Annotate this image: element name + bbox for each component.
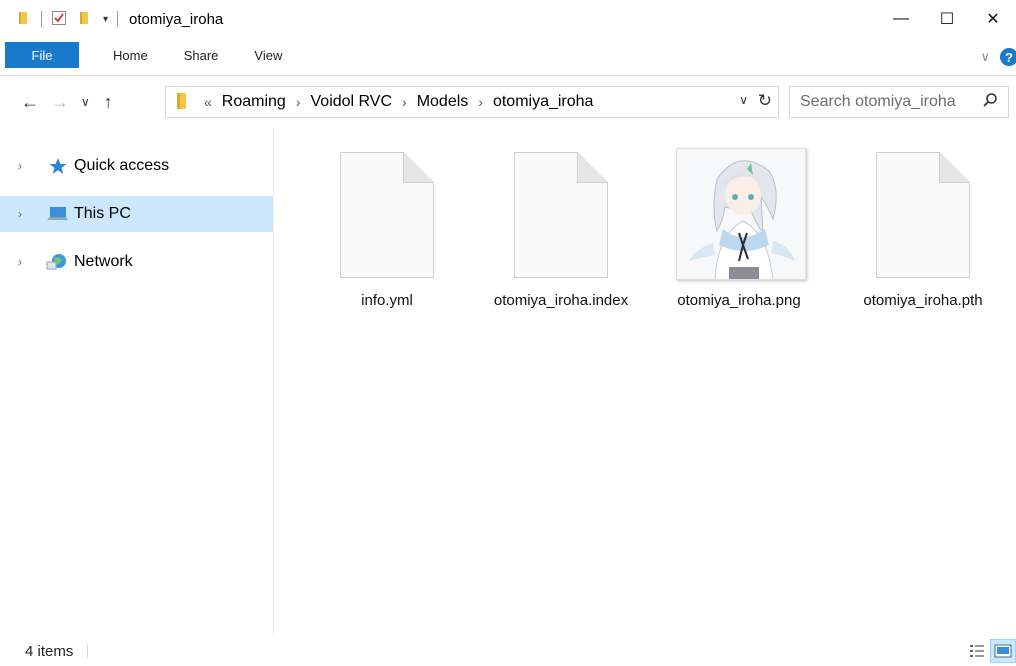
breadcrumb: « Roaming › Voidol RVC › Models › otomiy… (192, 93, 593, 111)
sidebar-item-this-pc[interactable]: › This PC (0, 196, 273, 232)
refresh-icon[interactable]: ↻ (758, 91, 772, 111)
maximize-button[interactable]: ☐ (924, 0, 970, 38)
status-bar: 4 items (0, 636, 1016, 666)
expand-chevron-icon[interactable]: › (18, 159, 30, 173)
ribbon-tabs: File Home Share View ∨ ? (0, 38, 1016, 76)
customize-toolbar-icon[interactable]: ▾ (103, 14, 108, 25)
details-view-icon[interactable] (964, 639, 990, 663)
tab-share[interactable]: Share (166, 38, 237, 75)
document-icon (874, 148, 972, 280)
folder-icon (174, 91, 192, 114)
file-item-pth[interactable]: otomiya_iroha.pth (841, 144, 1005, 311)
breadcrumb-item[interactable]: Roaming (222, 93, 286, 111)
window-title: otomiya_iroha (129, 10, 224, 28)
sidebar-item-label: Network (74, 253, 133, 270)
breadcrumb-separator[interactable]: › (402, 94, 407, 110)
image-thumbnail (676, 148, 806, 280)
nav-buttons: ← → ∨ ↑ (0, 76, 125, 128)
file-item-png[interactable]: otomiya_iroha.png (657, 144, 821, 311)
search-icon[interactable] (982, 92, 998, 113)
sidebar-item-label: Quick access (74, 157, 170, 174)
breadcrumb-item[interactable]: Voidol RVC (311, 93, 393, 111)
address-bar[interactable]: « Roaming › Voidol RVC › Models › otomiy… (165, 86, 779, 118)
recent-locations-icon[interactable]: ∨ (81, 95, 90, 109)
document-icon (338, 148, 436, 280)
computer-icon (46, 205, 68, 223)
window-controls: — ☐ ✕ (878, 0, 1016, 38)
file-item-index[interactable]: otomiya_iroha.index (479, 144, 643, 311)
file-name: otomiya_iroha.pth (863, 292, 983, 309)
ribbon-right: ∨ ? (980, 38, 1016, 76)
breadcrumb-overflow[interactable]: « (204, 94, 212, 110)
search-input[interactable] (800, 93, 980, 111)
tab-view[interactable]: View (236, 38, 300, 75)
breadcrumb-separator[interactable]: › (296, 94, 301, 110)
chevron-down-icon[interactable]: ∨ (739, 93, 748, 107)
expand-chevron-icon[interactable]: › (18, 207, 30, 221)
star-icon (46, 157, 68, 175)
view-switcher (964, 639, 1016, 663)
properties-icon[interactable] (51, 10, 67, 29)
help-icon[interactable]: ? (1000, 48, 1016, 66)
breadcrumb-item[interactable]: otomiya_iroha (493, 93, 594, 111)
tab-home[interactable]: Home (95, 38, 166, 75)
large-icons-view-icon[interactable] (990, 639, 1016, 663)
title-bar: ▾ otomiya_iroha — ☐ ✕ (0, 0, 1016, 38)
sidebar-item-quick-access[interactable]: › Quick access (0, 148, 273, 184)
forward-arrow-icon[interactable]: → (51, 92, 69, 113)
navigation-pane: › Quick access › This PC › Network (0, 128, 274, 636)
file-name: otomiya_iroha.png (677, 292, 801, 309)
sidebar-item-network[interactable]: › Network (0, 244, 273, 280)
up-arrow-icon[interactable]: ↑ (104, 92, 113, 113)
breadcrumb-separator[interactable]: › (478, 94, 483, 110)
file-list: info.yml otomiya_iroha.index otomiya_iro… (275, 128, 1016, 636)
quick-access-toolbar: ▾ otomiya_iroha (0, 0, 223, 38)
file-name: info.yml (361, 292, 413, 309)
address-row: ← → ∨ ↑ « Roaming › Voidol RVC › Models … (0, 76, 1016, 128)
expand-ribbon-icon[interactable]: ∨ (980, 49, 990, 65)
sidebar-item-label: This PC (74, 205, 131, 222)
document-icon (512, 148, 610, 280)
breadcrumb-item[interactable]: Models (417, 93, 469, 111)
close-button[interactable]: ✕ (970, 0, 1016, 38)
file-name: otomiya_iroha.index (493, 292, 629, 309)
minimize-button[interactable]: — (878, 0, 924, 38)
file-item-info-yml[interactable]: info.yml (305, 144, 469, 311)
folder-icon (16, 10, 32, 29)
new-folder-icon[interactable] (77, 10, 93, 29)
expand-chevron-icon[interactable]: › (18, 255, 30, 269)
back-arrow-icon[interactable]: ← (21, 92, 39, 113)
item-count: 4 items (25, 642, 74, 660)
network-icon (46, 253, 68, 271)
search-box[interactable] (789, 86, 1009, 118)
tab-file[interactable]: File (5, 42, 79, 68)
